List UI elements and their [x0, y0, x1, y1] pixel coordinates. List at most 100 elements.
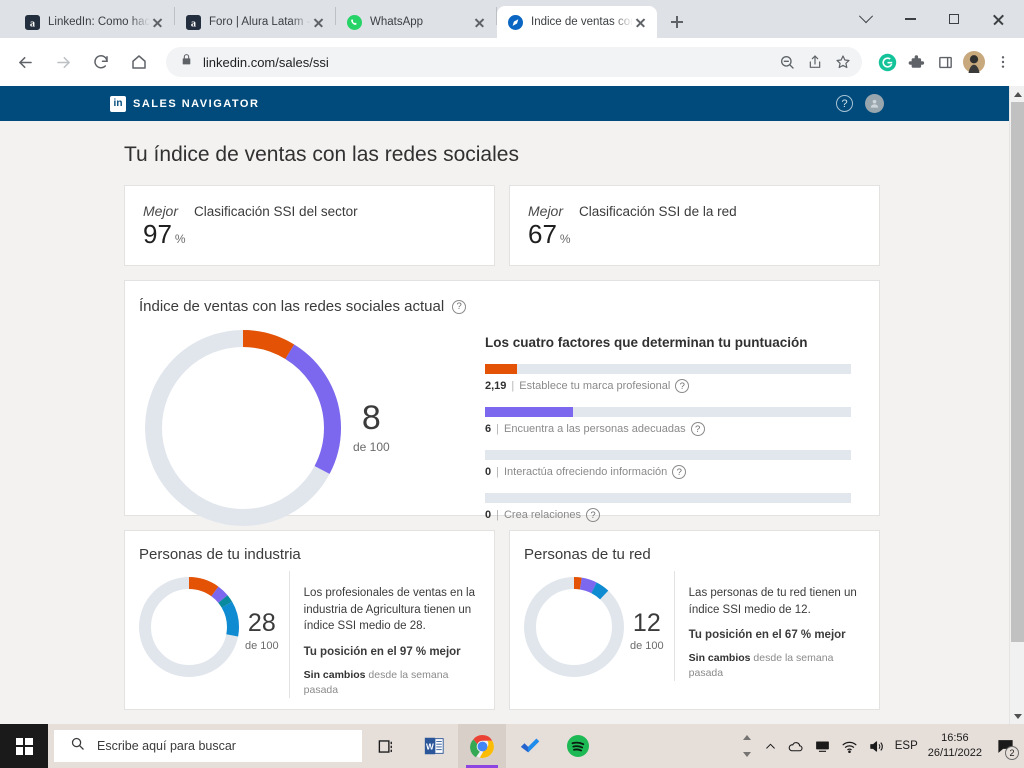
display-icon[interactable] [814, 738, 831, 755]
window-controls [844, 0, 1024, 38]
people-description: Los profesionales de ventas en la indust… [304, 571, 476, 698]
ssi-donut-wrap: 8 de 100 [139, 319, 485, 536]
word-icon[interactable]: W [410, 724, 458, 768]
zoom-out-icon[interactable] [774, 49, 800, 75]
account-avatar-icon[interactable] [865, 94, 884, 113]
tab-search-chevron-down-icon[interactable] [844, 3, 888, 35]
ssi-factors: Los cuatro factores que determinan tu pu… [485, 319, 879, 536]
extensions-puzzle-icon[interactable] [903, 49, 929, 75]
factor-bar-fill [485, 407, 573, 417]
people-change-status: Sin cambios [688, 652, 751, 665]
factor-value: 2,19 [485, 380, 507, 392]
volume-icon[interactable] [868, 738, 885, 755]
question-mark-icon[interactable]: ? [675, 379, 690, 393]
todo-icon[interactable] [506, 724, 554, 768]
close-icon[interactable] [472, 14, 488, 30]
vertical-divider [288, 571, 290, 699]
factor-label: Establece tu marca profesional [519, 380, 671, 392]
new-tab-button[interactable] [663, 8, 691, 36]
url-text: linkedin.com/sales/ssi [203, 54, 329, 70]
show-hidden-icons-chevron-up-icon[interactable] [764, 740, 777, 753]
people-line-3: Sin cambios desde la semana pasada [304, 668, 476, 698]
chrome-icon[interactable] [458, 724, 506, 768]
wifi-icon[interactable] [841, 738, 858, 755]
browser-tab-3[interactable]: WhatsApp [336, 6, 496, 38]
ranking-cards-row: Mejor Clasificación SSI del sector 97% M… [124, 185, 880, 266]
tab-title: LinkedIn: Como hacer c [48, 16, 150, 28]
ranking-label: Clasificación SSI del sector [194, 204, 358, 219]
profile-avatar[interactable] [961, 49, 987, 75]
close-icon[interactable] [633, 14, 649, 30]
windows-taskbar: Escribe aquí para buscar W ESP 16:56 26/… [0, 724, 1024, 768]
taskbar-clock[interactable]: 16:56 26/11/2022 [928, 731, 982, 761]
reload-button[interactable] [84, 45, 118, 79]
sidepanel-icon[interactable] [932, 49, 958, 75]
tab-strip: a LinkedIn: Como hacer c a Foro | Alura … [0, 0, 844, 38]
amazon-a-icon: a [24, 14, 40, 30]
ssi-score-value: 8 [361, 399, 381, 437]
people-line-3: Sin cambios desde la semana pasada [689, 651, 861, 681]
people-line-2: Tu posición en el 97 % mejor [303, 646, 461, 659]
ssi-donut-chart [145, 329, 341, 526]
taskbar-scroll-spinner[interactable] [740, 724, 754, 768]
amazon-a-icon: a [185, 14, 201, 30]
scrollbar-thumb[interactable] [1011, 102, 1024, 642]
bookmark-star-icon[interactable] [830, 49, 856, 75]
scroll-up-arrow-icon[interactable] [1010, 86, 1024, 102]
browser-tab-1[interactable]: a LinkedIn: Como hacer c [14, 6, 174, 38]
browser-tab-2[interactable]: a Foro | Alura Latam - Cu [175, 6, 335, 38]
factor-label-row: 2,19 | Establece tu marca profesional ? [485, 379, 879, 393]
people-score-total: de 100 [245, 640, 279, 652]
factor-row: 2,19 | Establece tu marca profesional ? [485, 364, 879, 393]
ssi-card-heading: Índice de ventas con las redes sociales … [139, 298, 879, 315]
taskbar-pinned-apps: W [362, 724, 602, 768]
people-line-1: Los profesionales de ventas en la indust… [303, 587, 475, 633]
browser-titlebar: a LinkedIn: Como hacer c a Foro | Alura … [0, 0, 1024, 38]
ssi-heading-text: Índice de ventas con las redes sociales … [139, 298, 445, 315]
vertical-scrollbar[interactable] [1009, 86, 1024, 724]
people-card-body: 28 de 100 Los profesionales de ventas en… [139, 571, 494, 699]
share-icon[interactable] [802, 49, 828, 75]
scroll-down-arrow-icon[interactable] [1010, 708, 1024, 724]
browser-toolbar: linkedin.com/sales/ssi [0, 38, 1024, 86]
people-network-donut [524, 577, 624, 677]
chrome-menu-icon[interactable] [990, 49, 1016, 75]
ranking-head: Mejor Clasificación SSI de la red [528, 203, 859, 219]
taskbar-search-input[interactable]: Escribe aquí para buscar [54, 730, 362, 762]
page-viewport: in SALES NAVIGATOR ? Tu índice de ventas… [0, 86, 1024, 724]
sales-navigator-logo[interactable]: in SALES NAVIGATOR [110, 95, 259, 112]
close-icon[interactable] [311, 14, 327, 30]
task-view-icon[interactable] [362, 724, 410, 768]
people-network-card: Personas de tu red 12 de 100 Las persona… [509, 530, 880, 710]
language-indicator[interactable]: ESP [895, 740, 918, 752]
start-button[interactable] [0, 724, 48, 768]
page-content: Tu índice de ventas con las redes social… [0, 121, 1024, 710]
people-change-status: Sin cambios [303, 668, 366, 681]
grammarly-icon[interactable] [874, 49, 900, 75]
maximize-button[interactable] [932, 3, 976, 35]
onedrive-icon[interactable] [787, 738, 804, 755]
question-mark-icon[interactable]: ? [836, 95, 853, 112]
browser-tab-4[interactable]: Índice de ventas con la [497, 6, 657, 38]
minimize-button[interactable] [888, 3, 932, 35]
page-title: Tu índice de ventas con las redes social… [124, 143, 519, 166]
question-mark-icon[interactable]: ? [672, 465, 687, 479]
factor-separator: | [496, 423, 499, 435]
people-score-value: 12 [632, 609, 661, 637]
ssi-score-total: de 100 [353, 440, 390, 454]
spotify-icon[interactable] [554, 724, 602, 768]
question-mark-icon[interactable]: ? [452, 299, 467, 314]
clock-time: 16:56 [941, 732, 969, 745]
tab-title: Índice de ventas con la [531, 16, 633, 28]
home-button[interactable] [122, 45, 156, 79]
address-bar[interactable]: linkedin.com/sales/ssi [166, 47, 862, 77]
factor-separator: | [511, 380, 515, 392]
close-icon[interactable] [150, 14, 166, 30]
back-button[interactable] [8, 45, 42, 79]
question-mark-icon[interactable]: ? [586, 508, 601, 522]
people-card-body: 12 de 100 Las personas de tu red tienen … [524, 571, 879, 682]
close-window-button[interactable] [976, 3, 1020, 35]
question-mark-icon[interactable]: ? [690, 422, 705, 436]
forward-button[interactable] [46, 45, 80, 79]
action-center-icon[interactable]: 2 [992, 733, 1019, 760]
